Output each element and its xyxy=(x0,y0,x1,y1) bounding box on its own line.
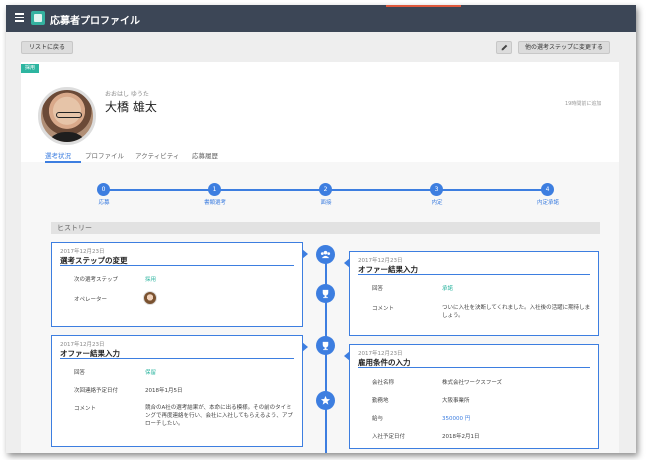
field-value: 大阪事業所 xyxy=(442,398,470,404)
field-label: 入社予定日付 xyxy=(372,434,406,440)
active-tab-indicator xyxy=(45,161,81,163)
applicant-header: 採用 おおはし ゆうた 大橋 雄太 19時間前に追加 選考状況 プロファイル ア… xyxy=(21,62,619,163)
tab-selection-status[interactable]: 選考状況 xyxy=(45,150,71,160)
field-label: 次回連絡予定日付 xyxy=(74,388,119,394)
history-event: 2017年12月23日 オファー結果入力 回答 承諾 コメント ついに入社を決断… xyxy=(344,251,599,336)
pencil-icon xyxy=(501,44,508,51)
field-value: 350000 円 xyxy=(442,416,471,422)
applicant-name: 大橋 雄太 xyxy=(105,100,157,114)
step-dot[interactable]: 3 xyxy=(430,183,443,196)
app-title: 応募者プロファイル xyxy=(50,16,140,27)
field-label: 勤務地 xyxy=(372,398,389,404)
field-value: 保留 xyxy=(145,370,157,376)
field-value: ついに入社を決断してくれました。入社後の活躍に期待しましょう。 xyxy=(442,305,591,319)
star-icon xyxy=(316,391,335,410)
history-event: 2017年12月23日 雇用条件の入力 会社名称 株式会社ワークスフーズ 勤務地… xyxy=(344,344,599,449)
applicant-furigana: おおはし ゆうた xyxy=(105,91,149,98)
step-label: 内定承諾 xyxy=(536,200,559,206)
event-date: 2017年12月23日 xyxy=(358,258,403,264)
app-logo xyxy=(31,11,45,25)
history-header: ヒストリー xyxy=(51,222,600,234)
top-accent-bar xyxy=(386,5,461,7)
step-dot[interactable]: 2 xyxy=(319,183,332,196)
step-dot[interactable]: 0 xyxy=(97,183,110,196)
tab-application-history[interactable]: 応募履歴 xyxy=(192,150,218,160)
field-value: 承諾 xyxy=(442,286,454,292)
status-badge: 採用 xyxy=(21,64,40,73)
menu-icon[interactable] xyxy=(15,13,24,22)
field-label: 給与 xyxy=(372,416,384,422)
field-value: 株式会社ワークスフーズ xyxy=(442,380,503,386)
event-date: 2017年12月23日 xyxy=(358,351,403,357)
app-window: 応募者プロファイル リストに戻る 他の選考ステップに変更する 採用 おおはし ゆ… xyxy=(6,5,636,453)
history-event: 2017年12月23日 選考ステップの変更 次の選考ステップ 採用 オペレーター xyxy=(51,242,308,327)
top-bar: 応募者プロファイル xyxy=(6,5,636,32)
tab-profile[interactable]: プロファイル xyxy=(85,150,124,160)
applicant-card: 採用 おおはし ゆうた 大橋 雄太 19時間前に追加 選考状況 プロファイル ア… xyxy=(21,62,619,453)
tab-activity[interactable]: アクティビティ xyxy=(135,150,179,160)
field-label: 回答 xyxy=(74,370,86,376)
added-timestamp: 19時間前に追加 xyxy=(565,101,602,107)
field-value: 2018年2月1日 xyxy=(442,434,480,440)
change-step-button[interactable]: 他の選考ステップに変更する xyxy=(518,41,610,54)
step-label: 書類選考 xyxy=(203,200,226,206)
field-label: オペレーター xyxy=(74,297,108,303)
field-label: コメント xyxy=(74,406,97,412)
group-icon xyxy=(316,245,335,264)
step-label: 内定 xyxy=(431,200,443,206)
field-label: 次の選考ステップ xyxy=(74,277,119,283)
step-dot[interactable]: 1 xyxy=(208,183,221,196)
edit-button[interactable] xyxy=(496,41,512,54)
step-dot[interactable]: 4 xyxy=(541,183,554,196)
field-value: 競合のA社の選考結果が、本命に出る模様。その前のタイミングで再度連絡を行い、会社… xyxy=(145,405,293,427)
step-label: 面接 xyxy=(320,200,332,206)
trophy-icon xyxy=(316,336,335,355)
field-value: 採用 xyxy=(145,277,157,283)
field-label: コメント xyxy=(372,306,395,312)
back-to-list-button[interactable]: リストに戻る xyxy=(21,41,73,54)
event-date: 2017年12月23日 xyxy=(60,342,105,348)
event-date: 2017年12月23日 xyxy=(60,249,105,255)
avatar xyxy=(38,87,96,145)
trophy-icon xyxy=(316,284,335,303)
field-label: 回答 xyxy=(372,286,384,292)
operator-avatar xyxy=(143,291,157,305)
field-label: 会社名称 xyxy=(372,380,395,386)
field-value: 2018年1月5日 xyxy=(145,388,183,394)
history-event: 2017年12月23日 オファー結果入力 回答 保留 次回連絡予定日付 2018… xyxy=(51,335,308,447)
step-label: 応募 xyxy=(98,200,110,206)
